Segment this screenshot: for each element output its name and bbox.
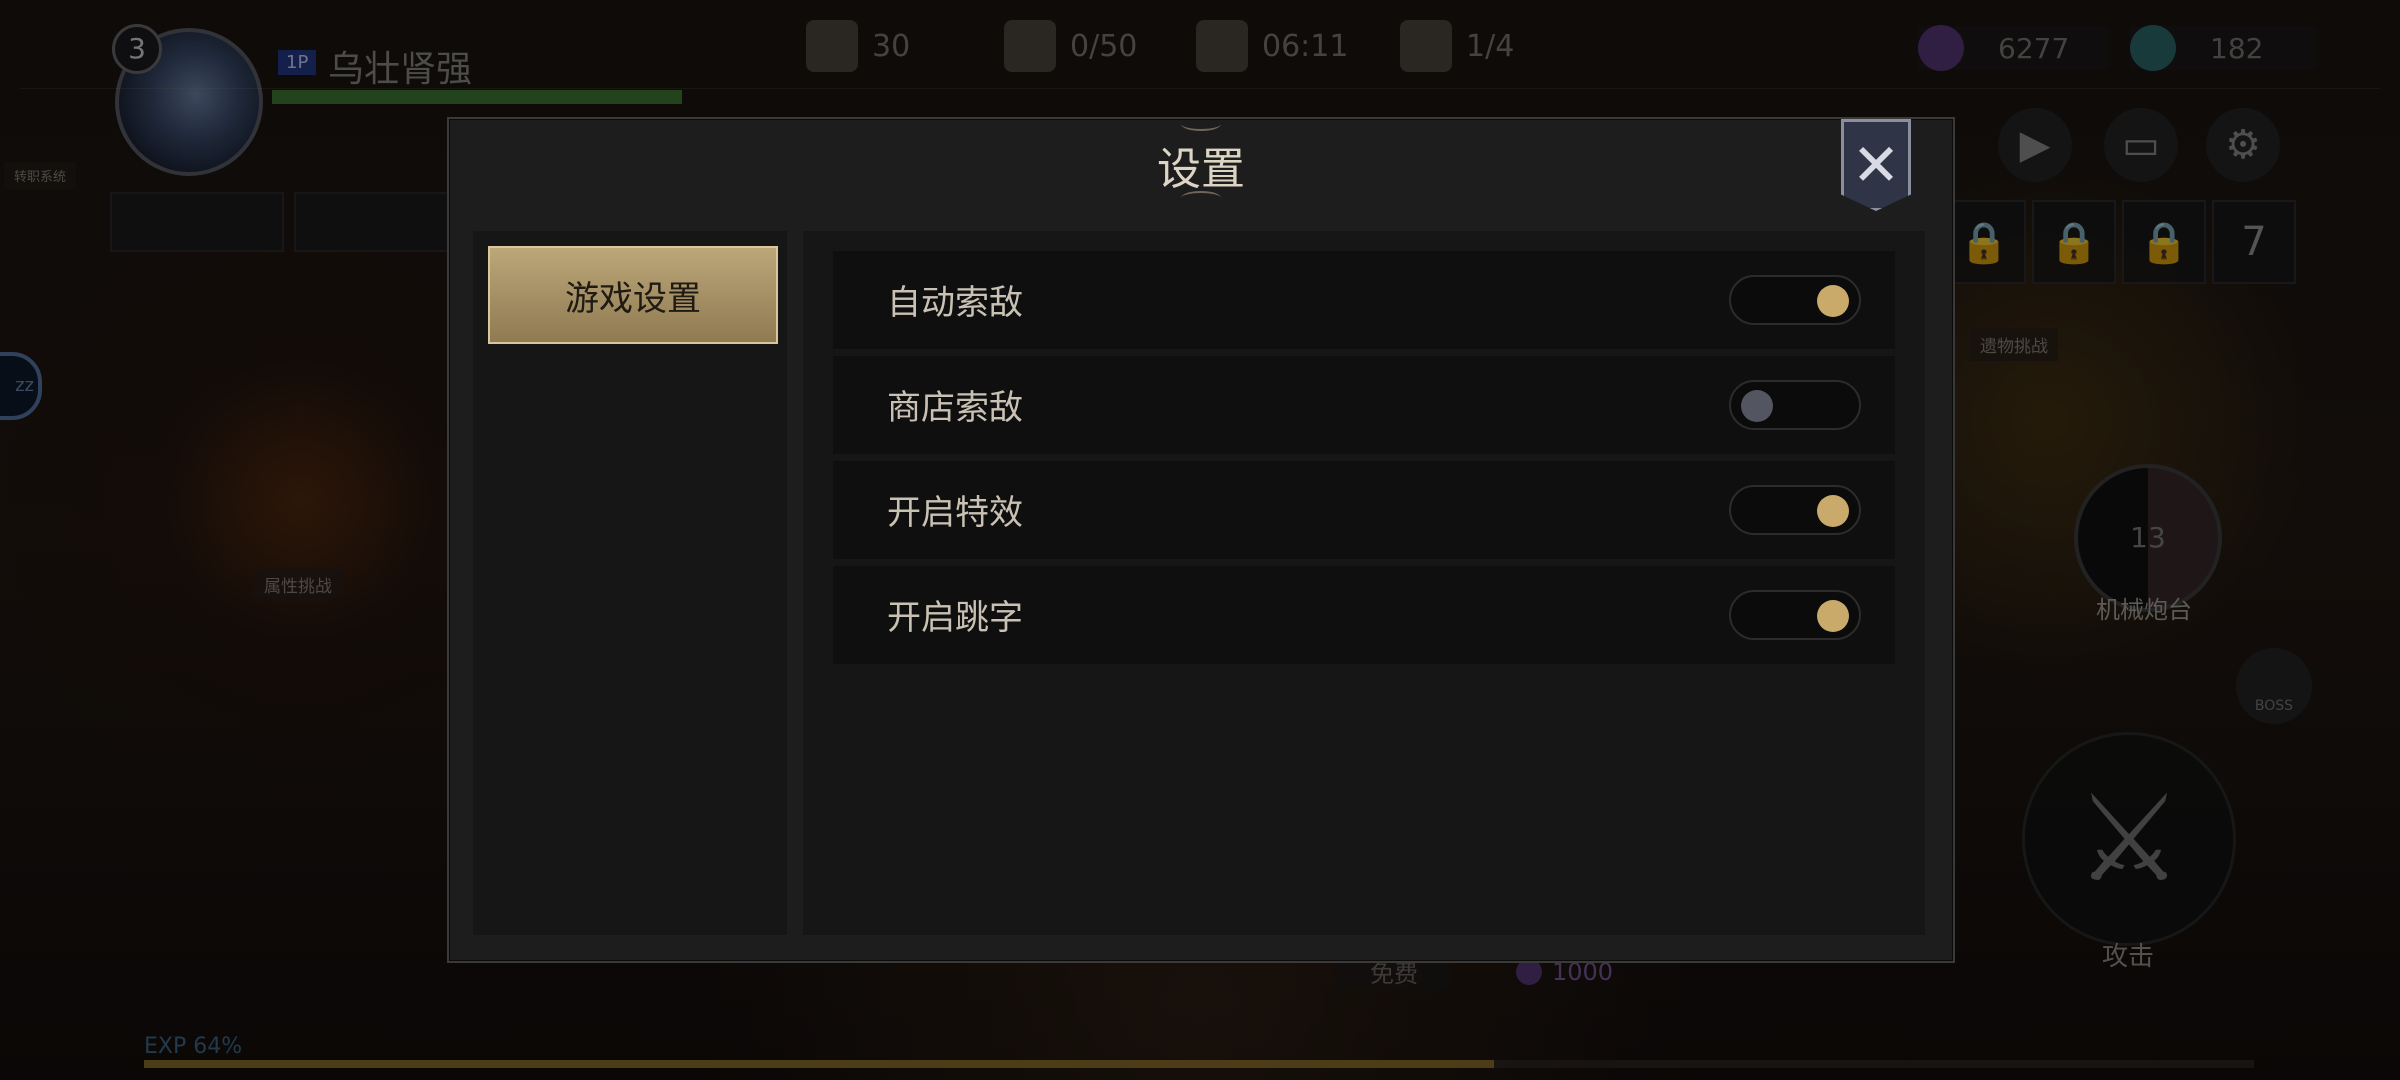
settings-list: 自动索敌 商店索敌 开启特效 开启跳字 [803,231,1925,935]
close-button[interactable]: ✕ [1841,119,1911,211]
settings-modal: 设置 ✕ 游戏设置 自动索敌 商店索敌 开启特效 开启跳字 [447,117,1955,963]
toggle-knob [1817,600,1849,632]
title-ornament-top [1181,117,1221,131]
toggle-knob [1817,285,1849,317]
auto-target-toggle[interactable] [1729,275,1861,325]
setting-row-damage-numbers: 开启跳字 [833,566,1895,664]
effects-toggle[interactable] [1729,485,1861,535]
close-icon: ✕ [1851,131,1901,199]
toggle-knob [1817,495,1849,527]
setting-label: 开启跳字 [887,598,1023,638]
tab-game-settings[interactable]: 游戏设置 [488,246,778,344]
toggle-knob [1741,390,1773,422]
setting-row-auto-target: 自动索敌 [833,251,1895,349]
shop-target-toggle[interactable] [1729,380,1861,430]
setting-label: 开启特效 [887,493,1023,533]
setting-row-effects: 开启特效 [833,461,1895,559]
modal-title: 设置 [1157,144,1245,195]
title-ornament-bottom [1181,191,1221,205]
setting-label: 商店索敌 [887,388,1023,428]
damage-numbers-toggle[interactable] [1729,590,1861,640]
setting-label: 自动索敌 [887,283,1023,323]
settings-tab-panel: 游戏设置 [473,231,787,935]
setting-row-shop-target: 商店索敌 [833,356,1895,454]
